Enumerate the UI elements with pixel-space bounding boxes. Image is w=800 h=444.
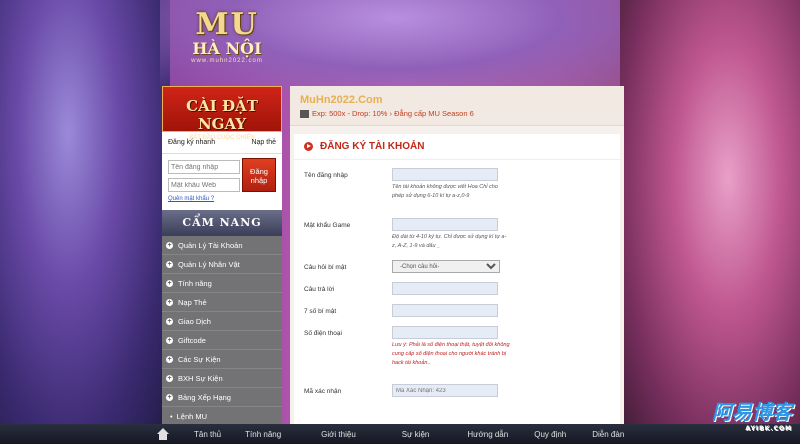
main-content: MuHn2022.Com Exp: 500x - Drop: 10% › Đẳn… bbox=[290, 86, 624, 444]
menu-item-ranking[interactable]: + Bảng Xếp Hạng bbox=[162, 388, 282, 407]
site-name: MuHn2022.Com bbox=[300, 94, 383, 106]
footer-link-forum[interactable]: Diễn đàn bbox=[592, 430, 624, 439]
guide-title: CẨM NANG bbox=[162, 210, 282, 236]
plus-icon: + bbox=[166, 298, 173, 306]
menu-label: BXH Sự Kiện bbox=[178, 373, 223, 383]
menu-item-characters[interactable]: + Quản Lý Nhân Vật bbox=[162, 255, 282, 274]
password-input[interactable] bbox=[168, 178, 240, 192]
plus-icon: + bbox=[166, 336, 173, 344]
menu-label: Bảng Xếp Hạng bbox=[178, 392, 231, 402]
breadcrumb-text: Exp: 500x - Drop: 10% › Đẳng cấp MU Seas… bbox=[312, 109, 474, 118]
login-button[interactable]: Đăng nhập bbox=[242, 158, 276, 192]
pin-input[interactable] bbox=[392, 304, 498, 317]
menu-label: Quản Lý Tài Khoản bbox=[178, 240, 243, 250]
row-username: Tên đăng nhập Tên tài khoản không được v… bbox=[304, 168, 610, 218]
row-pin: 7 số bí mật bbox=[304, 304, 610, 326]
row-captcha: Mã xác nhận bbox=[304, 384, 610, 406]
bullet-icon: • bbox=[170, 412, 173, 421]
menu-item-account[interactable]: + Quản Lý Tài Khoản bbox=[162, 236, 282, 255]
plus-icon: + bbox=[166, 355, 173, 363]
password-hint: Độ dài từ 4-10 ký tự. Chỉ được sử dụng k… bbox=[392, 234, 507, 249]
row-answer: Câu trả lời bbox=[304, 282, 610, 304]
menu-label: Quản Lý Nhân Vật bbox=[178, 259, 240, 269]
menu-item-giftcode[interactable]: + Giftcode bbox=[162, 331, 282, 350]
menu-label: Nạp Thẻ bbox=[178, 297, 207, 307]
arrow-circle-icon bbox=[304, 142, 313, 151]
menu-label: Lệnh MU bbox=[176, 412, 208, 421]
menu-item-features[interactable]: + Tính năng bbox=[162, 274, 282, 293]
forgot-password-link[interactable]: Quên mật khẩu ? bbox=[168, 196, 276, 202]
home-icon[interactable] bbox=[300, 109, 309, 118]
left-sidebar: CÀI ĐẶT NGAY BẮT ĐẦU CUỘC CHIẾN Đăng ký … bbox=[162, 86, 282, 426]
footer-link-about[interactable]: Giới thiệu bbox=[321, 430, 356, 439]
phone-hint: Lưu ý: Phải là số điện thoại thật, tuyệt… bbox=[392, 342, 510, 366]
plus-icon: + bbox=[166, 260, 173, 268]
background-right-art bbox=[620, 0, 800, 444]
menu-label: Tính năng bbox=[178, 278, 212, 288]
row-password: Mật khẩu Game Độ dài từ 4-10 ký tự. Chỉ … bbox=[304, 218, 610, 260]
logo-url: www.muhn2022.com bbox=[191, 58, 263, 64]
plus-icon: + bbox=[166, 317, 173, 325]
username-input[interactable] bbox=[168, 160, 240, 174]
install-now-button[interactable]: CÀI ĐẶT NGAY BẮT ĐẦU CUỘC CHIẾN bbox=[162, 86, 282, 141]
quick-register-link[interactable]: Đăng ký nhanh bbox=[168, 139, 215, 146]
topup-link[interactable]: Nạp thẻ bbox=[251, 139, 276, 146]
password-label: Mật khẩu Game bbox=[304, 222, 351, 229]
menu-item-topup[interactable]: + Nạp Thẻ bbox=[162, 293, 282, 312]
home-icon[interactable] bbox=[156, 428, 170, 440]
username-hint: Tên tài khoản không được viết Hoa Chỉ ch… bbox=[392, 184, 498, 199]
footer-links: Tân thủ Tính năng Giới thiệu Sự kiện Hướ… bbox=[178, 430, 624, 439]
secret-question-select[interactable]: -Chọn câu hỏi- bbox=[392, 260, 500, 273]
background-left-art bbox=[0, 0, 170, 444]
watermark-subtext: AYIBK.COM bbox=[745, 425, 792, 432]
row-phone: Số điện thoại Lưu ý: Phải là số điện tho… bbox=[304, 326, 610, 384]
menu-item-trade[interactable]: + Giao Dịch bbox=[162, 312, 282, 331]
pin-label: 7 số bí mật bbox=[304, 308, 337, 315]
register-panel: ĐĂNG KÝ TÀI KHOẢN Tên đăng nhập Tên tài … bbox=[294, 134, 620, 444]
plus-icon: + bbox=[166, 374, 173, 382]
footer-link-newbie[interactable]: Tân thủ bbox=[194, 430, 221, 439]
watermark-logo: 阿易博客 AYIBK.COM bbox=[712, 396, 792, 432]
breadcrumb: Exp: 500x - Drop: 10% › Đẳng cấp MU Seas… bbox=[300, 109, 614, 118]
section-title: ĐĂNG KÝ TÀI KHOẢN bbox=[294, 134, 620, 160]
footer-nav: Tân thủ Tính năng Giới thiệu Sự kiện Hướ… bbox=[0, 424, 800, 444]
answer-input[interactable] bbox=[392, 282, 498, 295]
register-form: Tên đăng nhập Tên tài khoản không được v… bbox=[294, 160, 620, 414]
logo-hanoi: HÀ NỘI bbox=[192, 39, 262, 58]
footer-link-guide[interactable]: Hướng dẫn bbox=[467, 430, 508, 439]
login-box: Quên mật khẩu ? Đăng nhập bbox=[162, 154, 282, 210]
menu-item-events[interactable]: + Các Sự Kiện bbox=[162, 350, 282, 369]
section-title-text: ĐĂNG KÝ TÀI KHOẢN bbox=[320, 141, 425, 152]
login-label-1: Đăng bbox=[250, 167, 268, 176]
footer-link-features[interactable]: Tính năng bbox=[245, 430, 281, 439]
menu-label: Giftcode bbox=[178, 335, 206, 345]
captcha-label: Mã xác nhận bbox=[304, 388, 342, 395]
phone-label: Số điện thoại bbox=[304, 330, 342, 337]
row-question: Câu hỏi bí mật -Chọn câu hỏi- bbox=[304, 260, 610, 282]
guide-menu: + Quản Lý Tài Khoản + Quản Lý Nhân Vật + Tí… bbox=[162, 236, 282, 426]
menu-label: Các Sự Kiện bbox=[178, 354, 221, 364]
plus-icon: + bbox=[166, 241, 173, 249]
install-label: CÀI ĐẶT NGAY bbox=[186, 97, 258, 133]
watermark-text: 阿易博客 bbox=[712, 400, 792, 424]
answer-label: Câu trả lời bbox=[304, 286, 335, 293]
logo-mu: MU bbox=[195, 7, 259, 42]
menu-item-event-ranking[interactable]: + BXH Sự Kiện bbox=[162, 369, 282, 388]
main-header: MuHn2022.Com Exp: 500x - Drop: 10% › Đẳn… bbox=[290, 86, 624, 126]
menu-label: Giao Dịch bbox=[178, 316, 211, 326]
login-label-2: nhập bbox=[250, 176, 268, 185]
footer-link-events[interactable]: Sự kiện bbox=[402, 430, 430, 439]
footer-link-rules[interactable]: Quy định bbox=[534, 430, 566, 439]
site-logo[interactable]: MU HÀ NỘI www.muhn2022.com bbox=[182, 10, 272, 80]
plus-icon: + bbox=[166, 279, 173, 287]
phone-input[interactable] bbox=[392, 326, 498, 339]
plus-icon: + bbox=[166, 393, 173, 401]
register-username-input[interactable] bbox=[392, 168, 498, 181]
register-password-input[interactable] bbox=[392, 218, 498, 231]
captcha-input[interactable] bbox=[392, 384, 498, 397]
question-label: Câu hỏi bí mật bbox=[304, 264, 347, 271]
username-label: Tên đăng nhập bbox=[304, 172, 348, 179]
